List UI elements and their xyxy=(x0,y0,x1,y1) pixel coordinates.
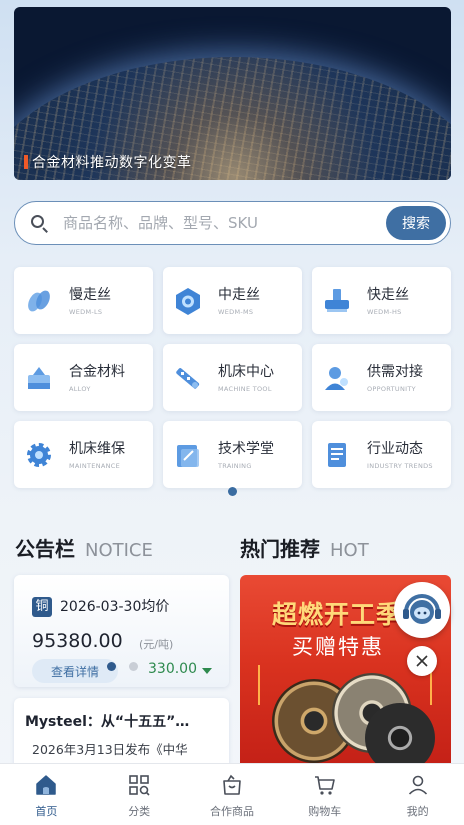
price-change: 330.00 xyxy=(148,661,197,677)
category-subtitle: ALLOY xyxy=(69,384,91,393)
alloy-icon xyxy=(24,363,54,393)
hot-title-en: HOT xyxy=(330,540,369,561)
search-bar: 搜索 xyxy=(14,201,451,245)
tab-home[interactable]: 首页 xyxy=(0,764,93,825)
category-title: 行业动态 xyxy=(367,440,423,457)
category-maintenance[interactable]: 机床维保 MAINTENANCE xyxy=(14,421,153,488)
training-icon xyxy=(173,440,203,470)
close-icon xyxy=(416,655,428,667)
category-subtitle: INDUSTRY TRENDS xyxy=(367,461,433,470)
category-title: 快走丝 xyxy=(367,286,409,303)
price-value: 95380.00 xyxy=(32,630,123,652)
copper-badge: 铜 xyxy=(32,597,52,617)
notice-title: 公告栏 xyxy=(15,537,75,561)
hot-section-title: 热门推荐 HOT xyxy=(240,533,369,562)
shopping-bag-icon xyxy=(223,774,241,795)
category-subtitle: WEDM-MS xyxy=(218,307,254,316)
category-subtitle: WEDM-LS xyxy=(69,307,103,316)
slow-wire-icon xyxy=(24,286,54,316)
tab-label: 合作商品 xyxy=(209,805,254,818)
industry-trends-icon xyxy=(322,440,352,470)
search-input[interactable] xyxy=(63,214,386,232)
category-training[interactable]: 技术学堂 TRAINING xyxy=(163,421,302,488)
price-date: 2026-03-30均价 xyxy=(60,599,170,615)
category-subtitle: MACHINE TOOL xyxy=(218,384,272,393)
category-slow-wire[interactable]: 慢走丝 WEDM-LS xyxy=(14,267,153,334)
category-title: 机床维保 xyxy=(69,440,125,457)
category-medium-wire[interactable]: 中走丝 WEDM-MS xyxy=(163,267,302,334)
headset-icon xyxy=(400,588,444,632)
tab-label: 我的 xyxy=(406,805,429,818)
pager-dot[interactable] xyxy=(129,662,138,671)
view-detail-button[interactable]: 查看详情 xyxy=(32,659,118,683)
category-title: 机床中心 xyxy=(218,363,274,380)
search-button[interactable]: 搜索 xyxy=(386,206,446,240)
medium-wire-icon xyxy=(173,286,203,316)
search-icon xyxy=(29,213,49,233)
tab-label: 首页 xyxy=(35,805,58,818)
category-industry-trends[interactable]: 行业动态 INDUSTRY TRENDS xyxy=(312,421,451,488)
price-unit: (元/吨) xyxy=(139,638,174,651)
category-opportunity[interactable]: 供需对接 OPPORTUNITY xyxy=(312,344,451,411)
tab-label: 购物车 xyxy=(308,805,342,818)
news-title: Mysteel：从“十五五”… xyxy=(25,714,190,730)
bottom-tab-bar: 首页 分类 合作商品 购物车 我的 xyxy=(0,763,464,825)
hot-title: 热门推荐 xyxy=(240,537,320,561)
category-title: 供需对接 xyxy=(367,363,423,380)
category-subtitle: WEDM-HS xyxy=(367,307,402,316)
banner-caption: 合金材料推动数字化变革 xyxy=(24,152,192,172)
pager-dot-active[interactable] xyxy=(107,662,116,671)
category-subtitle: MAINTENANCE xyxy=(69,461,121,470)
category-machine-tool[interactable]: 机床中心 MACHINE TOOL xyxy=(163,344,302,411)
promo-headline: 超燃开工季 xyxy=(272,600,403,629)
fast-wire-icon xyxy=(322,286,352,316)
category-subtitle: OPPORTUNITY xyxy=(367,384,416,393)
maintenance-icon xyxy=(24,440,54,470)
news-summary: 2026年3月13日发布《中华 xyxy=(32,742,188,757)
cart-icon xyxy=(314,776,335,795)
category-title: 慢走丝 xyxy=(69,286,111,303)
category-title: 技术学堂 xyxy=(218,440,274,457)
category-title: 合金材料 xyxy=(69,363,125,380)
tab-partner-products[interactable]: 合作商品 xyxy=(186,764,279,825)
category-page-indicator[interactable] xyxy=(228,487,237,496)
customer-service-button[interactable] xyxy=(394,582,450,638)
decor-line xyxy=(258,665,260,705)
hero-banner[interactable]: 合金材料推动数字化变革 xyxy=(14,7,451,180)
down-arrow-icon xyxy=(202,668,212,674)
home-icon xyxy=(36,775,57,795)
category-grid: 慢走丝 WEDM-LS 中走丝 WEDM-MS 快走丝 WEDM-HS 合金材料… xyxy=(14,267,451,488)
close-float-button[interactable] xyxy=(407,646,437,676)
machine-tool-icon xyxy=(173,363,203,393)
tab-category[interactable]: 分类 xyxy=(93,764,186,825)
notice-title-en: NOTICE xyxy=(85,540,153,561)
opportunity-icon xyxy=(322,363,352,393)
caption-accent-bar xyxy=(24,155,28,169)
promo-subline: 买赠特惠 xyxy=(292,635,384,659)
category-alloy[interactable]: 合金材料 ALLOY xyxy=(14,344,153,411)
category-subtitle: TRAINING xyxy=(218,461,252,470)
price-card[interactable]: 铜 2026-03-30均价 95380.00 (元/吨) 查看详情 330.0… xyxy=(14,575,229,687)
tab-cart[interactable]: 购物车 xyxy=(278,764,371,825)
notice-section-title: 公告栏 NOTICE xyxy=(15,533,153,562)
banner-caption-text: 合金材料推动数字化变革 xyxy=(32,155,192,171)
tab-profile[interactable]: 我的 xyxy=(371,764,464,825)
category-title: 中走丝 xyxy=(218,286,260,303)
user-icon xyxy=(408,775,427,795)
category-fast-wire[interactable]: 快走丝 WEDM-HS xyxy=(312,267,451,334)
category-grid-icon xyxy=(129,775,150,796)
tab-label: 分类 xyxy=(128,805,151,818)
